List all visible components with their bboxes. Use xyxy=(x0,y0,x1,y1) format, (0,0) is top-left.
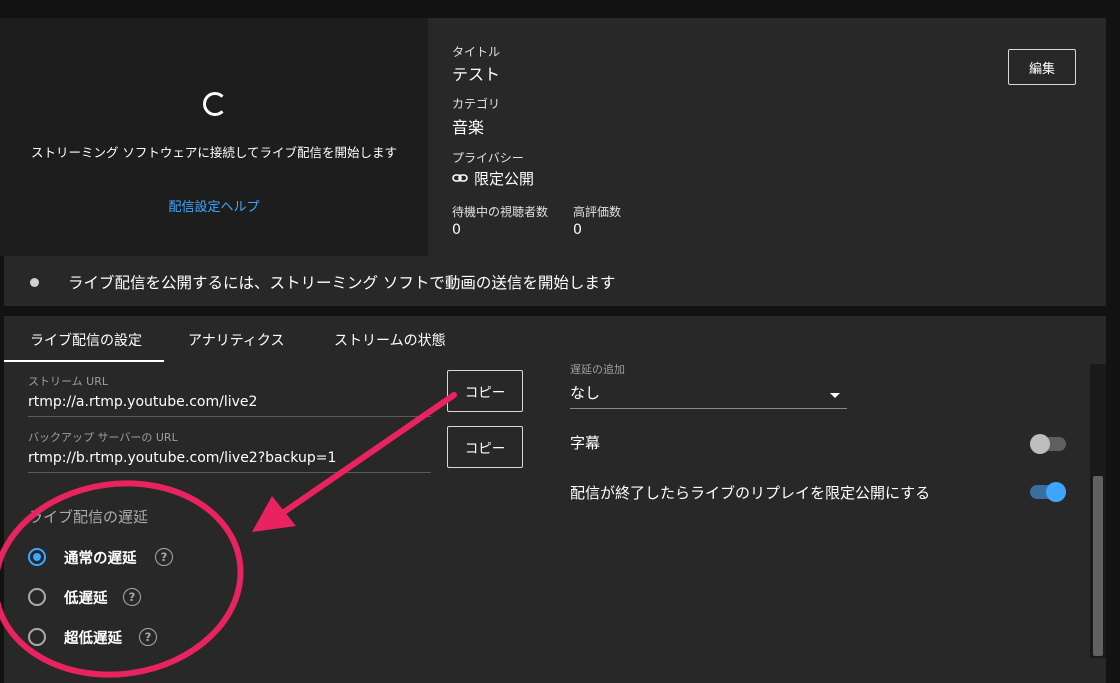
scrollbar-thumb[interactable] xyxy=(1093,476,1103,656)
stream-preview: ストリーミング ソフトウェアに接続してライブ配信を開始します 配信設定ヘルプ xyxy=(0,18,428,256)
normal-latency-radio[interactable] xyxy=(28,548,46,566)
stream-url-field[interactable]: rtmp://a.rtmp.youtube.com/live2 xyxy=(28,394,257,410)
help-icon[interactable]: ? xyxy=(139,628,157,646)
waiting-viewers-value: 0 xyxy=(452,222,461,238)
status-bar: ライブ配信を公開するには、ストリーミング ソフトで動画の送信を開始します xyxy=(4,256,1106,306)
settings-panel: ライブ配信の設定 アナリティクス ストリームの状態 ストリーム URL rtmp… xyxy=(4,316,1106,683)
captions-toggle[interactable] xyxy=(1030,434,1066,454)
status-dot-icon xyxy=(30,278,39,287)
stream-url-underline xyxy=(28,416,431,417)
low-latency-radio[interactable] xyxy=(28,588,46,606)
copy-stream-url-button[interactable]: コピー xyxy=(447,370,523,412)
tab-stream-health[interactable]: ストリームの状態 xyxy=(334,330,446,350)
title-label: タイトル xyxy=(452,45,501,59)
toggle-thumb xyxy=(1030,434,1050,454)
delay-select[interactable]: なし xyxy=(570,382,600,403)
copy-backup-url-button[interactable]: コピー xyxy=(447,426,523,468)
replay-private-label: 配信が終了したらライブのリプレイを限定公開にする xyxy=(570,484,931,502)
backup-url-label: バックアップ サーバーの URL xyxy=(28,431,178,444)
ultra-low-latency-radio[interactable] xyxy=(28,628,46,646)
help-icon[interactable]: ? xyxy=(123,588,141,606)
active-tab-indicator xyxy=(4,360,164,362)
low-latency-label[interactable]: 低遅延 xyxy=(64,587,108,608)
link-icon xyxy=(452,170,468,184)
captions-label: 字幕 xyxy=(570,434,601,452)
status-text: ライブ配信を公開するには、ストリーミング ソフトで動画の送信を開始します xyxy=(68,274,616,292)
privacy-value: 限定公開 xyxy=(474,170,535,188)
tab-stream-settings[interactable]: ライブ配信の設定 xyxy=(30,330,142,350)
help-icon[interactable]: ? xyxy=(155,548,173,566)
replay-private-toggle[interactable] xyxy=(1030,482,1066,502)
latency-section-title: ライブ配信の遅延 xyxy=(28,508,149,526)
preview-message: ストリーミング ソフトウェアに接続してライブ配信を開始します xyxy=(30,145,398,160)
title-value: テスト xyxy=(452,65,501,84)
stream-url-label: ストリーム URL xyxy=(28,375,108,388)
toggle-thumb xyxy=(1046,482,1066,502)
backup-url-underline xyxy=(28,472,431,473)
normal-latency-label[interactable]: 通常の遅延 xyxy=(64,547,137,568)
stream-info-panel: タイトル テスト カテゴリ 音楽 プライバシー 限定公開 待機中の視聴者数 0 … xyxy=(428,18,1106,256)
tab-analytics[interactable]: アナリティクス xyxy=(188,330,284,350)
waiting-viewers-label: 待機中の視聴者数 xyxy=(452,205,549,219)
privacy-label: プライバシー xyxy=(452,151,524,165)
backup-url-field[interactable]: rtmp://b.rtmp.youtube.com/live2?backup=1 xyxy=(28,450,336,466)
stream-settings-help-link[interactable]: 配信設定ヘルプ xyxy=(0,196,428,215)
loading-spinner-icon xyxy=(203,92,227,116)
likes-label: 高評価数 xyxy=(573,205,622,219)
category-label: カテゴリ xyxy=(452,97,501,111)
likes-value: 0 xyxy=(573,222,582,238)
ultra-low-latency-label[interactable]: 超低遅延 xyxy=(64,627,122,648)
category-value: 音楽 xyxy=(452,118,485,137)
edit-button[interactable]: 編集 xyxy=(1008,49,1076,85)
delay-label: 遅延の追加 xyxy=(570,363,625,376)
delay-select-underline xyxy=(570,408,847,409)
chevron-down-icon[interactable] xyxy=(830,393,840,398)
